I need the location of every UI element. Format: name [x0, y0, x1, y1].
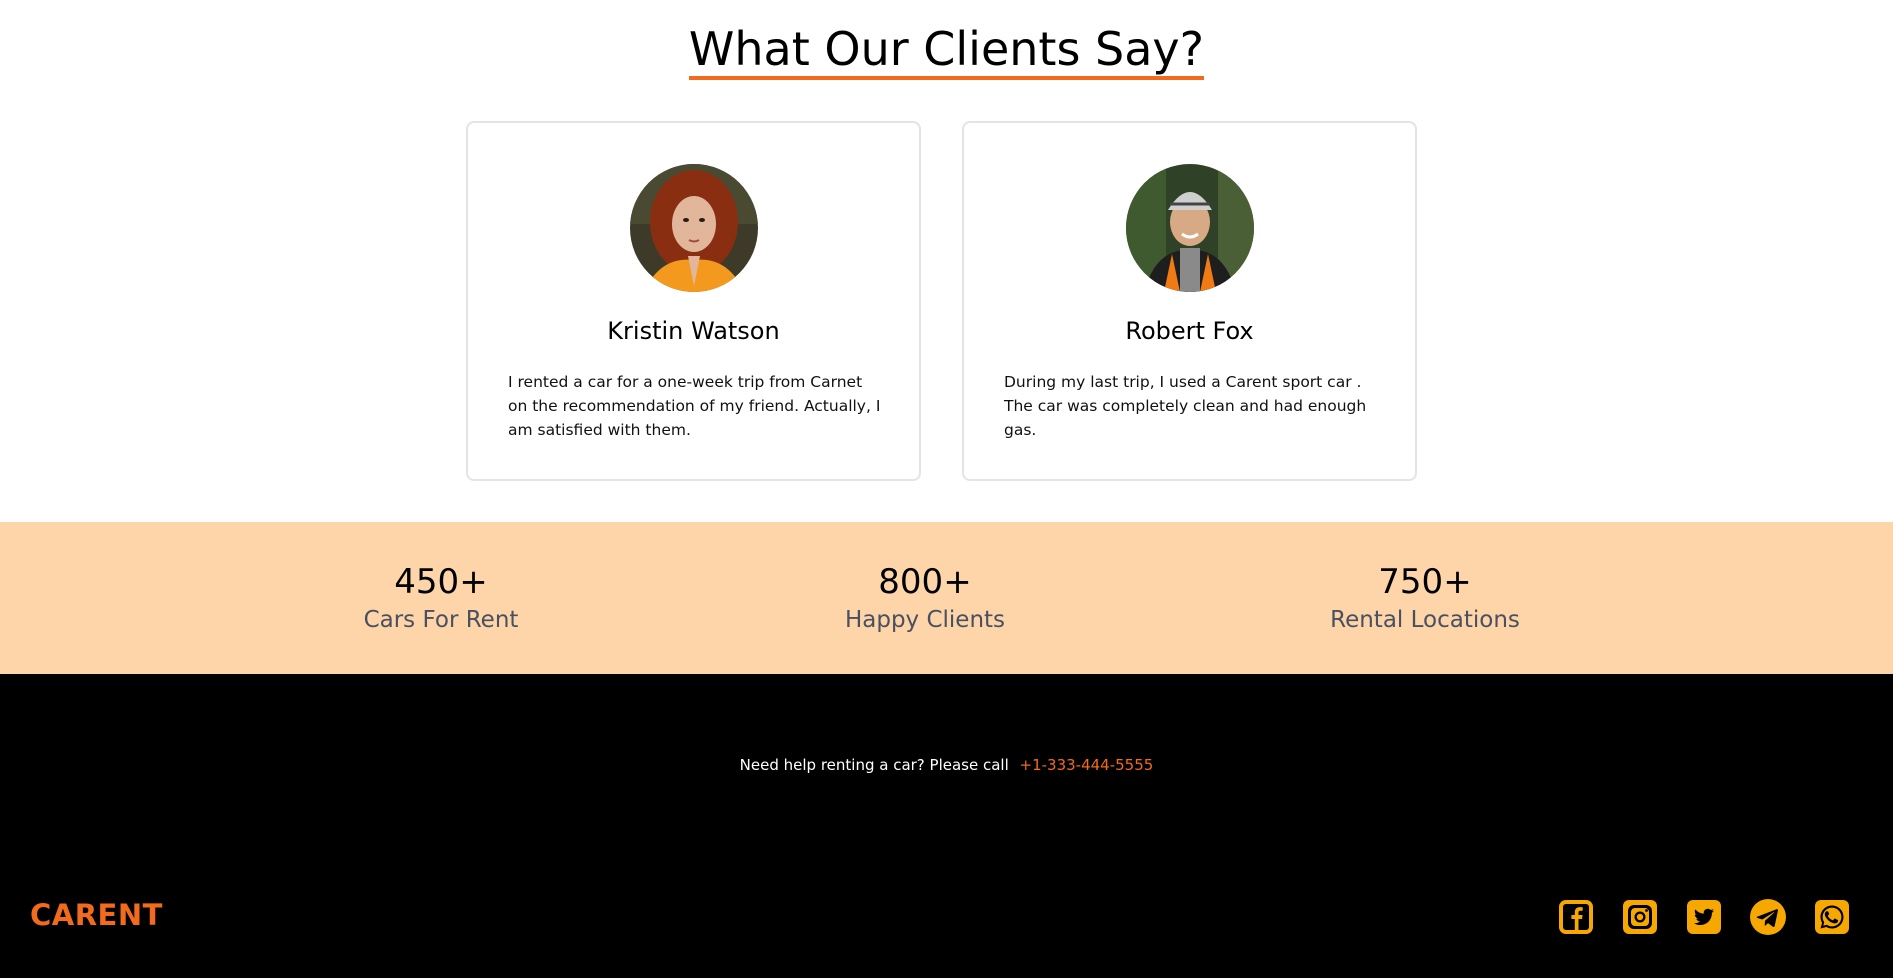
whatsapp-icon: [1814, 899, 1850, 935]
stat-rental-locations: 750+ Rental Locations: [1275, 560, 1575, 636]
facebook-link[interactable]: [1557, 898, 1595, 936]
twitter-icon: [1686, 899, 1722, 935]
stat-cars-for-rent: 450+ Cars For Rent: [291, 560, 591, 636]
twitter-link[interactable]: [1685, 898, 1723, 936]
stat-value: 750+: [1378, 562, 1472, 602]
testimonial-text: I rented a car for a one-week trip from …: [508, 373, 881, 439]
phone-link[interactable]: +1-333-444-5555: [1020, 756, 1154, 774]
section-title: What Our Clients Say?: [0, 23, 1893, 80]
telegram-link[interactable]: [1749, 898, 1787, 936]
stat-value: 450+: [394, 562, 488, 602]
instagram-icon: [1622, 899, 1658, 935]
help-line: Need help renting a car? Please call +1-…: [0, 756, 1893, 774]
testimonials-section: What Our Clients Say? Kristin Watson I r…: [0, 0, 1893, 522]
facebook-icon: [1558, 899, 1594, 935]
telegram-icon: [1749, 898, 1787, 936]
instagram-link[interactable]: [1621, 898, 1659, 936]
brand-logo[interactable]: CARENT: [30, 898, 163, 932]
help-text: Need help renting a car? Please call: [739, 756, 1009, 774]
avatar: [1126, 164, 1254, 292]
stat-label: Rental Locations: [1330, 607, 1520, 633]
testimonial-card: Kristin Watson I rented a car for a one-…: [466, 121, 921, 481]
stat-label: Cars For Rent: [363, 607, 519, 633]
client-name: Robert Fox: [1125, 317, 1254, 345]
stat-happy-clients: 800+ Happy Clients: [775, 560, 1075, 636]
section-title-text: What Our Clients Say?: [688, 23, 1205, 80]
whatsapp-link[interactable]: [1813, 898, 1851, 936]
client-name: Kristin Watson: [607, 317, 780, 345]
stat-value: 800+: [878, 562, 972, 602]
footer: Need help renting a car? Please call +1-…: [0, 674, 1893, 978]
testimonial-card: Robert Fox During my last trip, I used a…: [962, 121, 1417, 481]
testimonial-text: During my last trip, I used a Carent spo…: [1004, 373, 1367, 439]
stat-label: Happy Clients: [844, 607, 1006, 633]
avatar: [630, 164, 758, 292]
stats-section: 450+ Cars For Rent 800+ Happy Clients 75…: [0, 522, 1893, 674]
